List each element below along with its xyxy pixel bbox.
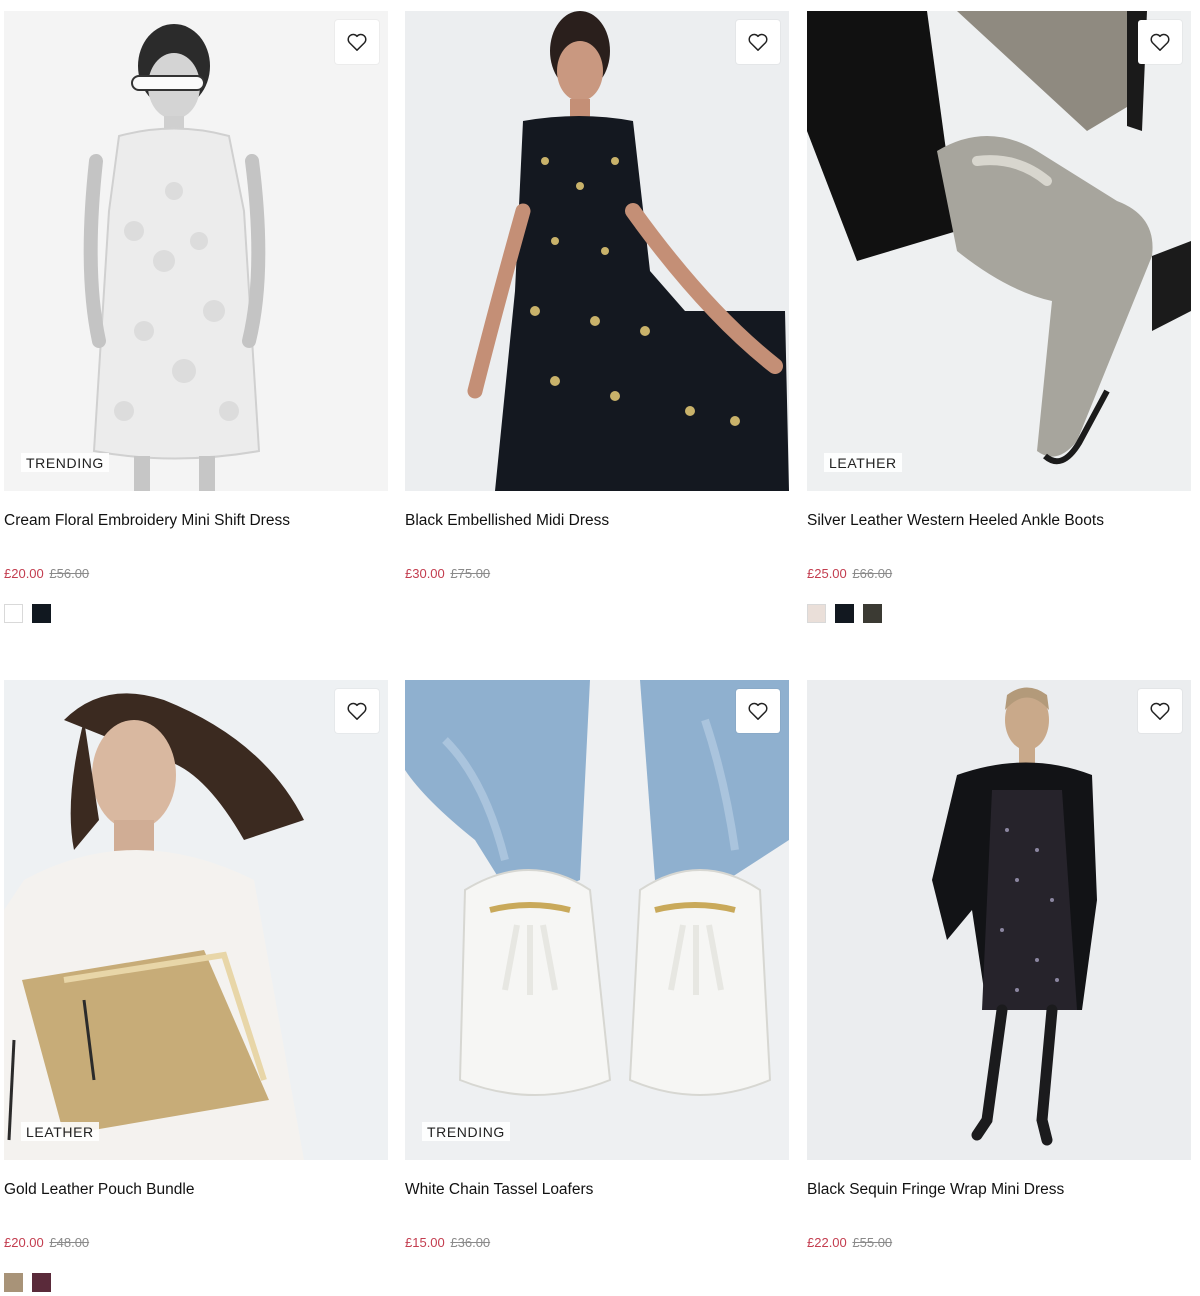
color-swatches [807,604,1191,623]
sale-price: £20.00 [4,1235,44,1250]
product-price: £22.00 £55.00 [807,1235,1191,1251]
sale-price: £22.00 [807,1235,847,1250]
product-title[interactable]: Black Sequin Fringe Wrap Mini Dress [807,1181,1191,1201]
color-swatch-white[interactable] [4,604,23,623]
color-swatch-black[interactable] [835,604,854,623]
heart-icon [748,33,768,51]
wishlist-button[interactable] [1138,20,1182,64]
product-title[interactable]: White Chain Tassel Loafers [405,1181,789,1201]
product-card[interactable]: TRENDING White Chain Tassel Loafers £15.… [405,680,789,1251]
color-swatches [4,1273,388,1292]
was-price: £36.00 [450,1235,491,1250]
heart-icon [1150,33,1170,51]
product-card[interactable]: Black Sequin Fringe Wrap Mini Dress £22.… [807,680,1191,1251]
product-card[interactable]: TRENDING Cream Floral Embroidery Mini Sh… [4,11,388,623]
product-price: £15.00 £36.00 [405,1235,789,1251]
was-price: £48.00 [49,1235,90,1250]
black-sequin-dress-illustration [807,680,1191,1160]
color-swatch-black[interactable] [32,604,51,623]
product-card[interactable]: Black Embellished Midi Dress £30.00 £75.… [405,11,789,582]
product-badge: LEATHER [21,1122,99,1141]
product-price: £20.00 £56.00 [4,566,388,582]
product-image[interactable]: LEATHER [4,680,388,1160]
product-image[interactable] [807,680,1191,1160]
color-swatches [4,604,388,623]
product-grid: TRENDING Cream Floral Embroidery Mini Sh… [0,0,1200,1296]
product-badge: TRENDING [422,1122,510,1141]
gold-pouch-illustration [4,680,388,1160]
product-badge: TRENDING [21,453,109,472]
product-image[interactable]: TRENDING [405,680,789,1160]
wishlist-button[interactable] [335,20,379,64]
product-title[interactable]: Silver Leather Western Heeled Ankle Boot… [807,512,1191,532]
sale-price: £15.00 [405,1235,445,1250]
product-image[interactable]: TRENDING [4,11,388,491]
sale-price: £25.00 [807,566,847,581]
product-image[interactable]: LEATHER [807,11,1191,491]
product-card[interactable]: LEATHER Silver Leather Western Heeled An… [807,11,1191,623]
product-price: £25.00 £66.00 [807,566,1191,582]
sale-price: £20.00 [4,566,44,581]
was-price: £75.00 [450,566,491,581]
sale-price: £30.00 [405,566,445,581]
color-swatch-khaki[interactable] [863,604,882,623]
was-price: £56.00 [49,566,90,581]
wishlist-button[interactable] [736,20,780,64]
product-image[interactable] [405,11,789,491]
product-price: £30.00 £75.00 [405,566,789,582]
product-title[interactable]: Black Embellished Midi Dress [405,512,789,532]
heart-icon [748,702,768,720]
white-loafers-illustration [405,680,789,1160]
was-price: £55.00 [852,1235,893,1250]
white-dress-illustration [4,11,388,491]
product-price: £20.00 £48.00 [4,1235,388,1251]
wishlist-button[interactable] [1138,689,1182,733]
color-swatch-blush[interactable] [807,604,826,623]
product-badge: LEATHER [824,453,902,472]
color-swatch-burgundy[interactable] [32,1273,51,1292]
wishlist-button[interactable] [736,689,780,733]
product-card[interactable]: LEATHER Gold Leather Pouch Bundle £20.00… [4,680,388,1292]
black-dress-illustration [405,11,789,491]
product-title[interactable]: Gold Leather Pouch Bundle [4,1181,388,1201]
wishlist-button[interactable] [335,689,379,733]
was-price: £66.00 [852,566,893,581]
heart-icon [347,702,367,720]
silver-boot-illustration [807,11,1191,491]
product-title[interactable]: Cream Floral Embroidery Mini Shift Dress [4,512,388,532]
heart-icon [1150,702,1170,720]
color-swatch-gold[interactable] [4,1273,23,1292]
heart-icon [347,33,367,51]
